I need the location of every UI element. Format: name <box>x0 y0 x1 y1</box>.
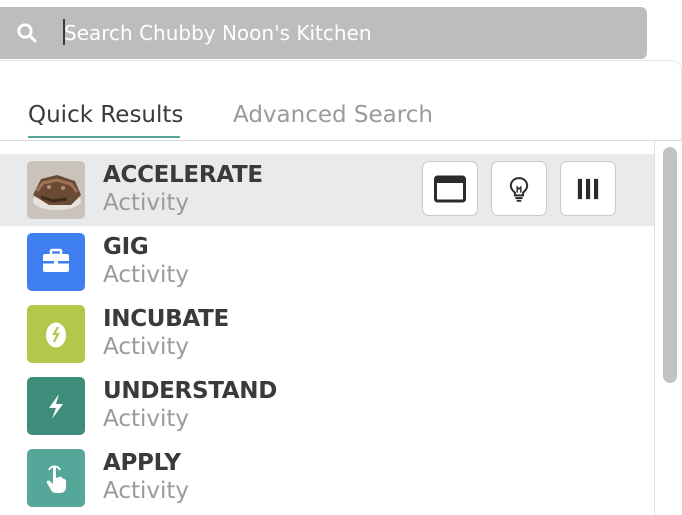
tab-quick-results[interactable]: Quick Results <box>28 102 183 128</box>
food-photo-thumbnail <box>27 161 85 219</box>
result-subtitle: Activity <box>103 190 190 216</box>
result-title: ACCELERATE <box>103 162 263 188</box>
window-icon <box>434 175 466 202</box>
result-subtitle: Activity <box>103 478 190 504</box>
scrollbar-track[interactable] <box>654 141 682 515</box>
egg-icon <box>27 305 85 363</box>
result-subtitle: Activity <box>103 334 190 360</box>
scrollbar-thumb[interactable] <box>663 147 677 383</box>
lightbulb-icon <box>509 176 529 202</box>
columns-button[interactable] <box>560 161 616 216</box>
lightning-icon <box>27 377 85 435</box>
result-subtitle: Activity <box>103 406 190 432</box>
active-tab-underline <box>28 136 180 138</box>
text-caret <box>63 19 65 45</box>
toolbox-icon <box>27 233 85 291</box>
open-window-button[interactable] <box>422 161 478 216</box>
pointer-hand-icon <box>27 449 85 507</box>
results-list: ACCELERATE Activity GIG Activity INCUBAT… <box>0 154 655 514</box>
tab-bar: Quick Results Advanced Search <box>0 98 682 141</box>
search-bar[interactable] <box>0 7 647 59</box>
result-subtitle: Activity <box>103 262 190 288</box>
results-panel: Quick Results Advanced Search ACCELERATE… <box>0 60 682 515</box>
columns-icon <box>577 178 599 199</box>
lightbulb-button[interactable] <box>491 161 547 216</box>
result-row-accelerate[interactable]: ACCELERATE Activity <box>0 154 655 226</box>
result-row-apply[interactable]: APPLY Activity <box>0 442 655 514</box>
search-input[interactable] <box>62 17 624 49</box>
result-row-understand[interactable]: UNDERSTAND Activity <box>0 370 655 442</box>
result-row-gig[interactable]: GIG Activity <box>0 226 655 298</box>
result-title: INCUBATE <box>103 306 229 332</box>
result-title: UNDERSTAND <box>103 378 278 404</box>
result-title: GIG <box>103 234 149 260</box>
result-title: APPLY <box>103 450 181 476</box>
result-row-incubate[interactable]: INCUBATE Activity <box>0 298 655 370</box>
tab-advanced-search[interactable]: Advanced Search <box>233 102 433 128</box>
search-icon[interactable] <box>16 22 38 44</box>
